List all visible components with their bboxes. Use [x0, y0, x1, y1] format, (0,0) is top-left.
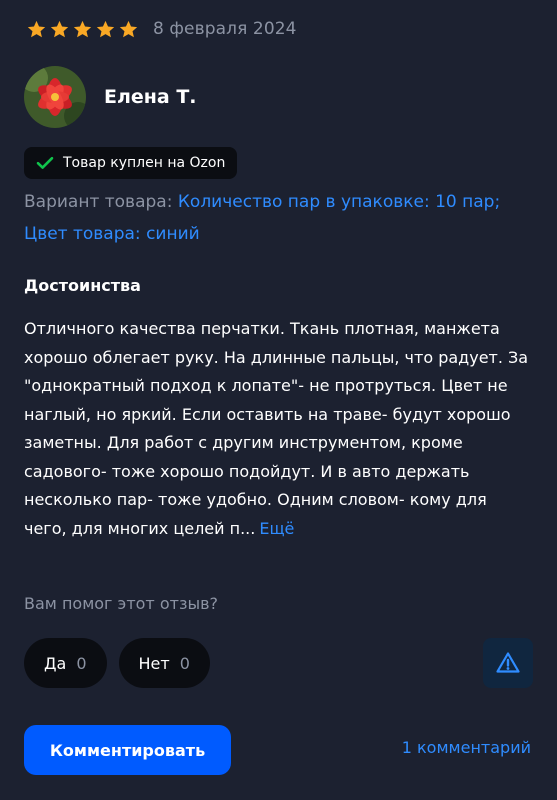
vote-no-label: Нет [138, 653, 170, 673]
vote-no-button[interactable]: Нет 0 [118, 638, 210, 688]
avatar[interactable] [24, 66, 86, 128]
review-text: Отличного качества перчатки. Ткань плотн… [24, 315, 529, 543]
review-date: 8 февраля 2024 [153, 19, 297, 39]
section-title-advantages: Достоинства [24, 276, 141, 295]
helpful-question: Вам помог этот отзыв? [24, 594, 219, 613]
product-variant: Вариант товара: Количество пар в упаковк… [24, 186, 524, 250]
star-icon [119, 20, 138, 37]
show-more-link[interactable]: Ещё [259, 519, 294, 538]
report-button[interactable] [483, 638, 533, 688]
rating-stars [26, 19, 139, 40]
rating-row: 8 февраля 2024 [26, 14, 297, 44]
star-icon [96, 20, 115, 37]
comment-button[interactable]: Комментировать [24, 725, 231, 775]
star-icon [50, 20, 69, 37]
purchased-badge-label: Товар куплен на Ozon [63, 155, 226, 171]
vote-buttons: Да 0 Нет 0 [24, 638, 210, 688]
purchased-badge: Товар куплен на Ozon [24, 147, 238, 179]
vote-yes-label: Да [44, 653, 67, 673]
review-body: Отличного качества перчатки. Ткань плотн… [24, 319, 529, 538]
vote-no-count: 0 [179, 653, 190, 673]
check-icon [36, 156, 54, 169]
vote-yes-button[interactable]: Да 0 [24, 638, 107, 688]
warning-triangle-icon [496, 652, 520, 673]
star-icon [27, 20, 46, 37]
star-icon [73, 20, 92, 37]
comments-count-link[interactable]: 1 комментарий [402, 738, 531, 757]
variant-label: Вариант товара: [24, 192, 173, 212]
vote-yes-count: 0 [76, 653, 87, 673]
author-row: Елена Т. [24, 66, 197, 128]
author-name: Елена Т. [104, 86, 197, 108]
